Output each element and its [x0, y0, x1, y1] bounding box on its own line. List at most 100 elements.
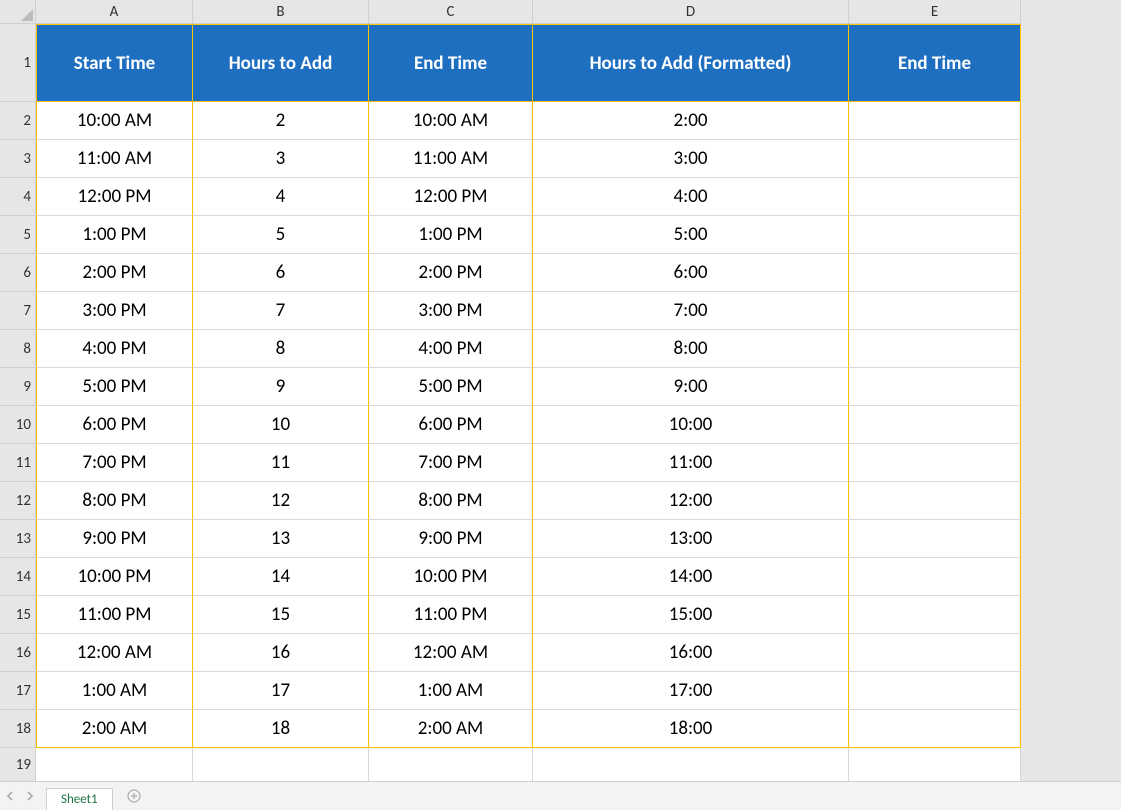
cell-A11[interactable]: 7:00 PM: [36, 444, 193, 482]
cell-B12[interactable]: 12: [193, 482, 369, 520]
cell-C9[interactable]: 5:00 PM: [369, 368, 533, 406]
cell-A5[interactable]: 1:00 PM: [36, 216, 193, 254]
row-header-14[interactable]: 14: [0, 558, 36, 596]
cell-A18[interactable]: 2:00 AM: [36, 710, 193, 748]
cell-B5[interactable]: 5: [193, 216, 369, 254]
cell-D14[interactable]: 14:00: [533, 558, 849, 596]
cell-D6[interactable]: 6:00: [533, 254, 849, 292]
cell-E1[interactable]: End Time: [849, 24, 1021, 102]
cell-D13[interactable]: 13:00: [533, 520, 849, 558]
tab-nav-prev[interactable]: [0, 782, 20, 810]
tab-nav-next[interactable]: [20, 782, 40, 810]
cell-B16[interactable]: 16: [193, 634, 369, 672]
cell-A16[interactable]: 12:00 AM: [36, 634, 193, 672]
cell-B17[interactable]: 17: [193, 672, 369, 710]
cell-A19[interactable]: [36, 748, 193, 782]
cell-B15[interactable]: 15: [193, 596, 369, 634]
cell-E11[interactable]: [849, 444, 1021, 482]
cell-C2[interactable]: 10:00 AM: [369, 102, 533, 140]
cell-B4[interactable]: 4: [193, 178, 369, 216]
cell-B10[interactable]: 10: [193, 406, 369, 444]
cell-B14[interactable]: 14: [193, 558, 369, 596]
column-header-D[interactable]: D: [533, 0, 849, 24]
cell-D19[interactable]: [533, 748, 849, 782]
cell-D4[interactable]: 4:00: [533, 178, 849, 216]
cell-C17[interactable]: 1:00 AM: [369, 672, 533, 710]
cell-D1[interactable]: Hours to Add (Formatted): [533, 24, 849, 102]
cell-C7[interactable]: 3:00 PM: [369, 292, 533, 330]
cell-B11[interactable]: 11: [193, 444, 369, 482]
cell-B2[interactable]: 2: [193, 102, 369, 140]
cell-B13[interactable]: 13: [193, 520, 369, 558]
cell-C13[interactable]: 9:00 PM: [369, 520, 533, 558]
cell-E2[interactable]: [849, 102, 1021, 140]
cell-A3[interactable]: 11:00 AM: [36, 140, 193, 178]
cell-C10[interactable]: 6:00 PM: [369, 406, 533, 444]
cell-E5[interactable]: [849, 216, 1021, 254]
cell-D5[interactable]: 5:00: [533, 216, 849, 254]
row-header-5[interactable]: 5: [0, 216, 36, 254]
row-header-12[interactable]: 12: [0, 482, 36, 520]
cell-A15[interactable]: 11:00 PM: [36, 596, 193, 634]
cell-E3[interactable]: [849, 140, 1021, 178]
cell-E6[interactable]: [849, 254, 1021, 292]
cell-E14[interactable]: [849, 558, 1021, 596]
cell-E8[interactable]: [849, 330, 1021, 368]
row-header-16[interactable]: 16: [0, 634, 36, 672]
cell-C5[interactable]: 1:00 PM: [369, 216, 533, 254]
cell-A2[interactable]: 10:00 AM: [36, 102, 193, 140]
new-sheet-button[interactable]: [121, 783, 147, 809]
cell-A17[interactable]: 1:00 AM: [36, 672, 193, 710]
row-header-1[interactable]: 1: [0, 24, 36, 102]
cell-D11[interactable]: 11:00: [533, 444, 849, 482]
column-header-B[interactable]: B: [193, 0, 369, 24]
cell-E18[interactable]: [849, 710, 1021, 748]
row-header-8[interactable]: 8: [0, 330, 36, 368]
select-all-corner[interactable]: [0, 0, 36, 24]
column-header-A[interactable]: A: [36, 0, 193, 24]
column-header-E[interactable]: E: [849, 0, 1021, 24]
cell-E12[interactable]: [849, 482, 1021, 520]
cell-E7[interactable]: [849, 292, 1021, 330]
cell-C19[interactable]: [369, 748, 533, 782]
cell-C15[interactable]: 11:00 PM: [369, 596, 533, 634]
cell-E9[interactable]: [849, 368, 1021, 406]
cell-A10[interactable]: 6:00 PM: [36, 406, 193, 444]
cell-B6[interactable]: 6: [193, 254, 369, 292]
cell-C4[interactable]: 12:00 PM: [369, 178, 533, 216]
cell-A1[interactable]: Start Time: [36, 24, 193, 102]
sheet-tab-active[interactable]: Sheet1: [46, 788, 113, 810]
cell-D3[interactable]: 3:00: [533, 140, 849, 178]
cell-B9[interactable]: 9: [193, 368, 369, 406]
cell-D15[interactable]: 15:00: [533, 596, 849, 634]
cell-C8[interactable]: 4:00 PM: [369, 330, 533, 368]
cell-D12[interactable]: 12:00: [533, 482, 849, 520]
cell-D18[interactable]: 18:00: [533, 710, 849, 748]
row-header-11[interactable]: 11: [0, 444, 36, 482]
row-header-2[interactable]: 2: [0, 102, 36, 140]
row-header-7[interactable]: 7: [0, 292, 36, 330]
cell-E19[interactable]: [849, 748, 1021, 782]
cell-C1[interactable]: End Time: [369, 24, 533, 102]
cell-C6[interactable]: 2:00 PM: [369, 254, 533, 292]
row-header-9[interactable]: 9: [0, 368, 36, 406]
cell-C3[interactable]: 11:00 AM: [369, 140, 533, 178]
cell-A12[interactable]: 8:00 PM: [36, 482, 193, 520]
cell-E17[interactable]: [849, 672, 1021, 710]
cell-C14[interactable]: 10:00 PM: [369, 558, 533, 596]
row-header-4[interactable]: 4: [0, 178, 36, 216]
row-header-13[interactable]: 13: [0, 520, 36, 558]
cell-D10[interactable]: 10:00: [533, 406, 849, 444]
cell-A4[interactable]: 12:00 PM: [36, 178, 193, 216]
row-header-18[interactable]: 18: [0, 710, 36, 748]
row-header-15[interactable]: 15: [0, 596, 36, 634]
cell-A13[interactable]: 9:00 PM: [36, 520, 193, 558]
cell-C12[interactable]: 8:00 PM: [369, 482, 533, 520]
column-header-C[interactable]: C: [369, 0, 533, 24]
cell-A9[interactable]: 5:00 PM: [36, 368, 193, 406]
row-header-6[interactable]: 6: [0, 254, 36, 292]
cell-D9[interactable]: 9:00: [533, 368, 849, 406]
cell-D17[interactable]: 17:00: [533, 672, 849, 710]
cell-E16[interactable]: [849, 634, 1021, 672]
row-header-3[interactable]: 3: [0, 140, 36, 178]
